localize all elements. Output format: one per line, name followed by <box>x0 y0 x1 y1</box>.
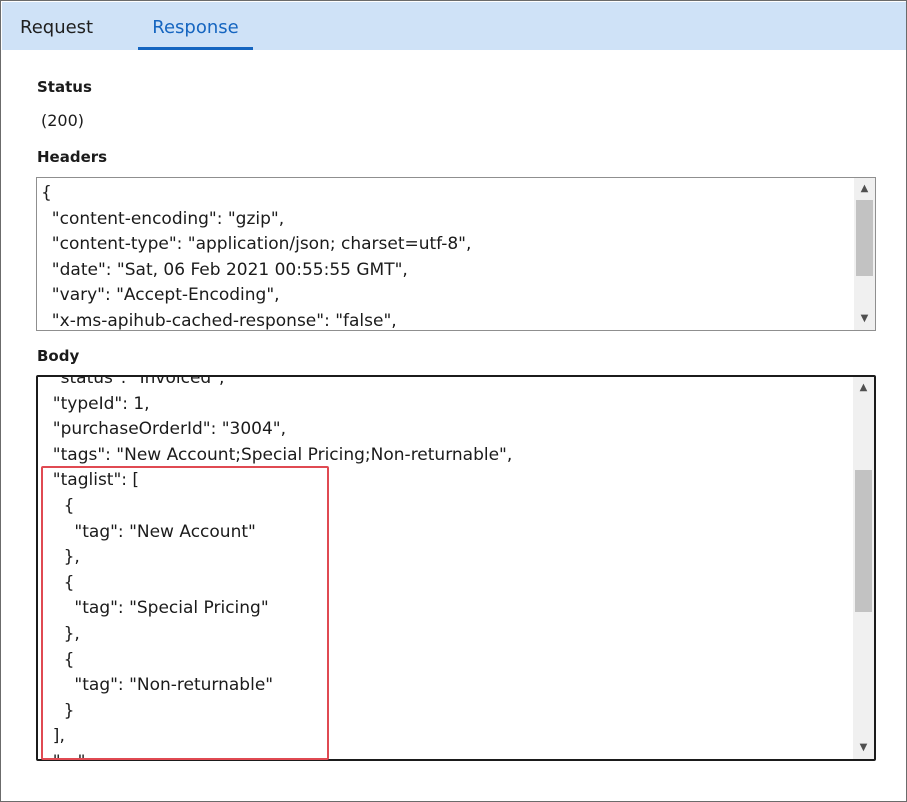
body-textbox[interactable]: "status": "Invoiced", "typeId": 1, "purc… <box>36 375 876 761</box>
headers-content: { "content-encoding": "gzip", "content-t… <box>41 183 472 331</box>
body-scroll-thumb[interactable] <box>855 470 872 612</box>
body-content: "status": "Invoiced", "typeId": 1, "purc… <box>52 375 513 759</box>
tab-response[interactable]: Response <box>138 2 253 50</box>
headers-label: Headers <box>37 148 108 166</box>
headers-textbox[interactable]: { "content-encoding": "gzip", "content-t… <box>36 177 876 331</box>
body-scrollbar[interactable]: ▲ ▼ <box>853 377 874 759</box>
scroll-down-arrow-icon[interactable]: ▼ <box>854 310 875 328</box>
status-label: Status <box>37 78 92 96</box>
tab-request[interactable]: Request <box>20 2 93 50</box>
tab-bar: Request Response <box>2 2 906 50</box>
response-panel: Request Response Status (200) Headers { … <box>0 0 907 802</box>
scroll-down-arrow-icon[interactable]: ▼ <box>853 739 874 757</box>
status-value: (200) <box>41 111 85 130</box>
scroll-up-arrow-icon[interactable]: ▲ <box>853 379 874 397</box>
headers-scrollbar[interactable]: ▲ ▼ <box>854 178 875 330</box>
scroll-up-arrow-icon[interactable]: ▲ <box>854 180 875 198</box>
headers-scroll-thumb[interactable] <box>856 200 873 276</box>
body-label: Body <box>37 347 80 365</box>
